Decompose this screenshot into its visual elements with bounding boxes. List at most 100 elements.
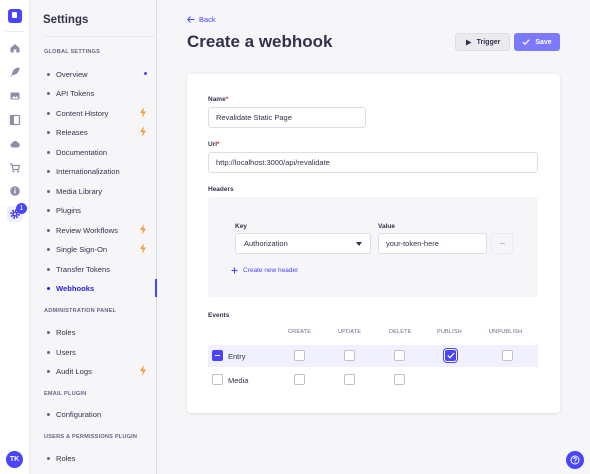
event-row-media: Media: [208, 369, 538, 391]
sidebar-item-label: Review Workflows: [56, 225, 118, 235]
info-icon[interactable]: [7, 183, 23, 199]
home-icon[interactable]: [7, 40, 23, 56]
sidebar-item-api-tokens[interactable]: API Tokens: [30, 84, 156, 102]
bullet-icon: [47, 150, 50, 154]
section-users-permissions-plugin: USERS & PERMISSIONS PLUGIN: [44, 434, 138, 440]
entry-delete-checkbox[interactable]: [394, 350, 405, 361]
section-email-plugin: EMAIL PLUGIN: [44, 391, 87, 397]
sidebar-item-media-library[interactable]: Media Library: [30, 182, 156, 200]
value-label: Value: [378, 223, 395, 230]
name-input[interactable]: Revalidate Static Page: [208, 107, 366, 128]
create-new-header-button[interactable]: Create new header: [231, 267, 298, 274]
trigger-button[interactable]: Trigger: [455, 33, 510, 51]
check-icon: [522, 39, 530, 45]
bullet-icon: [47, 247, 50, 251]
bullet-icon: [47, 267, 50, 271]
bullet-icon: [47, 228, 50, 232]
chevron-down-icon: [356, 242, 362, 246]
event-row-entry: Entry: [208, 345, 538, 367]
sidebar-item-review-workflows[interactable]: Review Workflows: [30, 221, 156, 239]
cart-icon[interactable]: [7, 160, 23, 176]
remove-header-button[interactable]: [491, 233, 513, 254]
entry-publish-checkbox[interactable]: [445, 350, 456, 361]
section-administration-panel: ADMINISTRATION PANEL: [44, 308, 117, 314]
sidebar-item-label: Documentation: [56, 147, 108, 157]
media-create-checkbox[interactable]: [294, 374, 305, 385]
bullet-icon: [47, 130, 50, 134]
sidebar-item-label: Roles: [56, 453, 76, 463]
minus-icon: [499, 243, 505, 244]
settings-subnav: Settings GLOBAL SETTINGS Overview API To…: [30, 0, 157, 474]
sidebar-item-label: Releases: [56, 127, 88, 137]
url-label: Url*: [208, 141, 220, 148]
sidebar-item-up-roles[interactable]: Roles: [30, 449, 156, 467]
bullet-icon: [47, 169, 50, 173]
bullet-icon: [47, 111, 50, 115]
sidebar-item-releases[interactable]: Releases: [30, 123, 156, 141]
back-label: Back: [199, 15, 216, 24]
bullet-icon: [47, 72, 50, 76]
events-label: Events: [208, 312, 230, 319]
bullet-icon: [47, 369, 50, 373]
entry-create-checkbox[interactable]: [294, 350, 305, 361]
lightning-icon: [140, 365, 146, 376]
sidebar-item-label: Content History: [56, 108, 109, 118]
subnav-divider: [43, 36, 155, 37]
rail-divider: [6, 31, 24, 32]
lightning-icon: [140, 243, 146, 254]
sidebar-item-content-history[interactable]: Content History: [30, 104, 156, 122]
webhook-form-card: Name* Revalidate Static Page Url* http:/…: [187, 74, 560, 413]
key-label: Key: [235, 223, 247, 230]
new-indicator-dot: [144, 72, 147, 75]
subnav-title: Settings: [43, 14, 89, 26]
sidebar-item-label: Plugins: [56, 205, 81, 215]
header-key-value: Authorization: [244, 239, 288, 248]
active-indicator: [155, 279, 157, 297]
sidebar-item-label: Roles: [56, 327, 76, 337]
entry-row-checkbox[interactable]: [212, 350, 223, 361]
bullet-icon: [47, 330, 50, 334]
save-button[interactable]: Save: [514, 33, 560, 51]
media-row-checkbox[interactable]: [212, 374, 223, 385]
sidebar-item-internationalization[interactable]: Internationalization: [30, 162, 156, 180]
lightning-icon: [140, 224, 146, 235]
media-update-checkbox[interactable]: [344, 374, 355, 385]
url-input[interactable]: http://localhost:3000/api/revalidate: [208, 152, 538, 173]
sidebar-item-plugins[interactable]: Plugins: [30, 201, 156, 219]
sidebar-item-webhooks[interactable]: Webhooks: [30, 279, 157, 297]
sidebar-item-label: Audit Logs: [56, 366, 92, 376]
sidebar-item-users[interactable]: Users: [30, 343, 156, 361]
strapi-logo-icon[interactable]: [8, 9, 22, 23]
bullet-icon: [47, 350, 50, 354]
main-nav-rail: 1 TK: [0, 0, 30, 474]
entry-unpublish-checkbox[interactable]: [502, 350, 513, 361]
header-value-input[interactable]: your-token-here: [378, 233, 487, 254]
sidebar-item-label: API Tokens: [56, 88, 95, 98]
sidebar-item-single-sign-on[interactable]: Single Sign-On: [30, 240, 156, 258]
help-button[interactable]: [566, 451, 584, 469]
sidebar-item-configuration[interactable]: Configuration: [30, 405, 156, 423]
lightning-icon: [140, 126, 146, 137]
sidebar-item-label: Media Library: [56, 186, 103, 196]
bullet-icon: [47, 91, 50, 95]
bullet-icon: [47, 412, 50, 416]
sidebar-item-documentation[interactable]: Documentation: [30, 143, 156, 161]
cloud-icon[interactable]: [7, 136, 23, 152]
image-icon[interactable]: [7, 88, 23, 104]
entry-update-checkbox[interactable]: [344, 350, 355, 361]
sidebar-item-label: Internationalization: [56, 166, 120, 176]
header-key-select[interactable]: Authorization: [235, 233, 371, 254]
avatar[interactable]: TK: [6, 451, 23, 468]
sidebar-item-label: Webhooks: [56, 283, 95, 293]
media-delete-checkbox[interactable]: [394, 374, 405, 385]
back-link[interactable]: Back: [187, 15, 216, 24]
sidebar-item-transfer-tokens[interactable]: Transfer Tokens: [30, 260, 156, 278]
layout-icon[interactable]: [7, 112, 23, 128]
sidebar-item-roles[interactable]: Roles: [30, 323, 156, 341]
plus-icon: [231, 267, 238, 274]
sidebar-item-overview[interactable]: Overview: [30, 65, 156, 83]
sidebar-item-label: Overview: [56, 69, 88, 79]
feather-icon[interactable]: [7, 64, 23, 80]
sidebar-item-label: Users: [56, 347, 76, 357]
sidebar-item-audit-logs[interactable]: Audit Logs: [30, 362, 156, 380]
